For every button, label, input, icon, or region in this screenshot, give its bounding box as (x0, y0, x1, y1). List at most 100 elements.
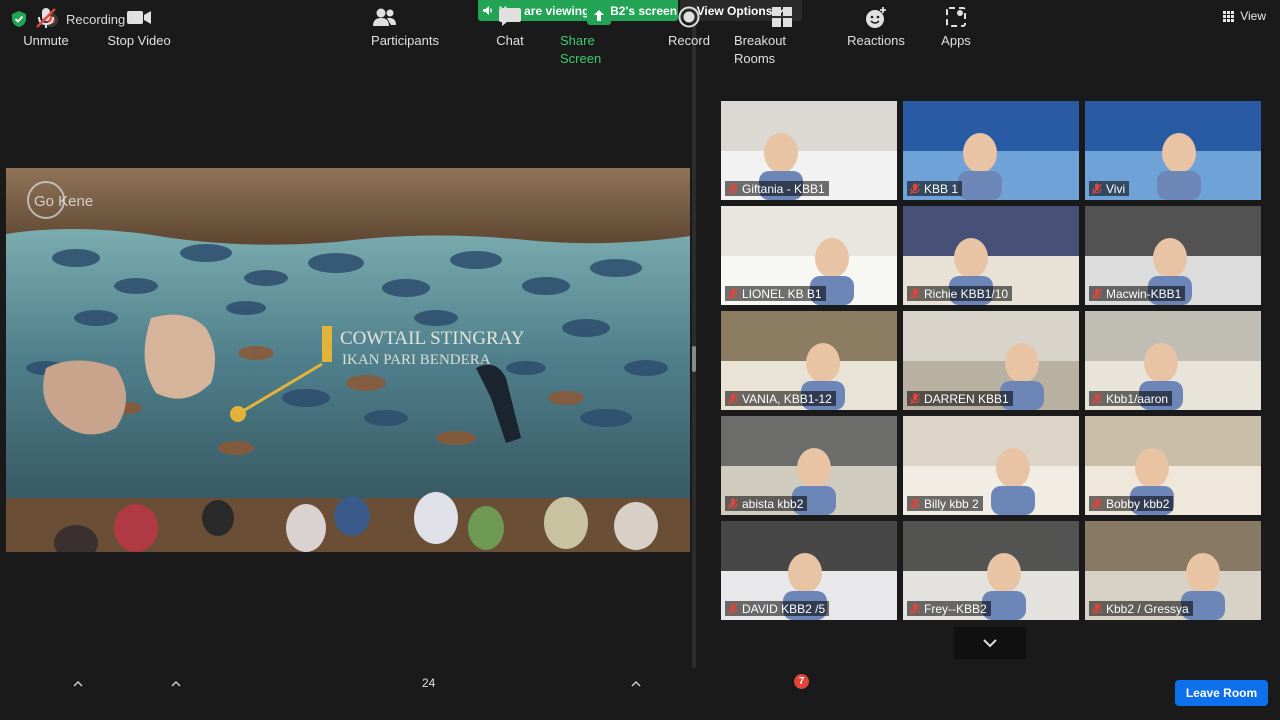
participant-name: DARREN KBB1 (924, 391, 1009, 406)
participant-name-tag: abista kbb2 (725, 496, 808, 511)
split-handle[interactable] (692, 346, 696, 372)
participant-tile[interactable]: Frey--KBB2 (903, 521, 1079, 620)
unmute-button[interactable]: Unmute (18, 4, 74, 50)
participant-name: Giftania - KBB1 (742, 181, 825, 196)
record-button[interactable]: Record (664, 4, 714, 50)
microphone-muted-icon (1092, 393, 1102, 404)
video-camera-icon (127, 11, 151, 24)
microphone-muted-icon (1092, 183, 1102, 194)
participant-name: VANIA, KBB1-12 (742, 391, 832, 406)
participant-name: Billy kbb 2 (924, 496, 979, 511)
participant-name: Kbb1/aaron (1106, 391, 1169, 406)
apps-label: Apps (941, 33, 971, 48)
share-options-caret-icon[interactable] (630, 679, 642, 689)
record-label: Record (668, 33, 710, 48)
caption-subtitle: IKAN PARI BENDERA (342, 352, 491, 368)
participant-name-tag: LIONEL KB B1 (725, 286, 826, 301)
chat-label: Chat (496, 33, 524, 48)
microphone-muted-icon (910, 498, 920, 509)
participant-name-tag: KBB 1 (907, 181, 963, 196)
breakout-rooms-label: Breakout Rooms (734, 33, 787, 66)
breakout-rooms-button[interactable]: Breakout Rooms (734, 4, 830, 66)
microphone-muted-icon (728, 603, 738, 614)
participant-tile[interactable]: Kbb2 / Gressya (1085, 521, 1261, 620)
microphone-muted-icon (728, 498, 738, 509)
participant-tile[interactable]: Bobby kbb2 (1085, 416, 1261, 515)
participant-name: DAVID KBB2 /5 (742, 601, 826, 616)
participant-name-tag: Billy kbb 2 (907, 496, 983, 511)
grid-view-icon (1223, 10, 1235, 22)
gallery-scroll-down-button[interactable] (954, 627, 1026, 659)
participant-name-tag: Kbb2 / Gressya (1089, 601, 1193, 616)
smiley-icon (866, 7, 886, 28)
participant-name-tag: DARREN KBB1 (907, 391, 1013, 406)
participant-name: KBB 1 (924, 181, 959, 196)
share-screen-label: Share Screen (560, 33, 602, 66)
microphone-muted-icon (1092, 498, 1102, 509)
breakout-rooms-icon (772, 7, 792, 27)
participant-tile[interactable]: Billy kbb 2 (903, 416, 1079, 515)
participant-tile[interactable]: Richie KBB1/10 (903, 206, 1079, 305)
audio-options-caret-icon[interactable] (72, 679, 84, 689)
shared-screen: COWTAIL STINGRAY IKAN PARI BENDERA Go Ke… (6, 168, 690, 552)
share-screen-button[interactable]: Share Screen (560, 4, 638, 66)
microphone-muted-icon (910, 288, 920, 299)
participant-name-tag: Macwin-KBB1 (1089, 286, 1186, 301)
split-divider[interactable] (692, 22, 696, 668)
breakout-rooms-badge: 7 (794, 674, 809, 689)
view-button[interactable]: View (1223, 9, 1266, 23)
microphone-muted-icon (910, 603, 920, 614)
participant-tile[interactable]: DARREN KBB1 (903, 311, 1079, 410)
microphone-muted-icon (1092, 603, 1102, 614)
microphone-muted-icon (1092, 288, 1102, 299)
microphone-muted-icon (728, 183, 738, 194)
participant-name-tag: Vivi (1089, 181, 1130, 196)
participants-button[interactable]: Participants (370, 4, 440, 50)
participant-tile[interactable]: Kbb1/aaron (1085, 311, 1261, 410)
participant-tile[interactable]: Macwin-KBB1 (1085, 206, 1261, 305)
watermark: Go Kene (34, 193, 93, 210)
participant-tile[interactable]: Giftania - KBB1 (721, 101, 897, 200)
participant-tile[interactable]: DAVID KBB2 /5 (721, 521, 897, 620)
participant-name: LIONEL KB B1 (742, 286, 822, 301)
participant-name: Frey--KBB2 (924, 601, 987, 616)
stop-video-button[interactable]: Stop Video (104, 4, 174, 50)
participant-name: Richie KBB1/10 (924, 286, 1009, 301)
caption-title: COWTAIL STINGRAY (340, 328, 525, 349)
participant-tile[interactable]: LIONEL KB B1 (721, 206, 897, 305)
stop-video-label: Stop Video (107, 33, 171, 48)
participant-name: Bobby kbb2 (1106, 496, 1170, 511)
apps-button[interactable]: Apps (936, 4, 976, 50)
participant-name-tag: Kbb1/aaron (1089, 391, 1173, 406)
participants-label: Participants (371, 33, 439, 48)
reactions-label: Reactions (847, 33, 905, 48)
microphone-muted-icon (910, 183, 920, 194)
participant-tile[interactable]: Vivi (1085, 101, 1261, 200)
participants-icon (373, 8, 396, 26)
participant-name: Kbb2 / Gressya (1106, 601, 1189, 616)
participant-name-tag: Richie KBB1/10 (907, 286, 1013, 301)
participant-tile[interactable]: KBB 1 (903, 101, 1079, 200)
participant-name-tag: Bobby kbb2 (1089, 496, 1174, 511)
microphone-muted-icon (728, 393, 738, 404)
reactions-button[interactable]: Reactions (846, 4, 906, 50)
leave-room-button[interactable]: Leave Room (1175, 680, 1268, 706)
apps-icon (946, 7, 966, 27)
view-label: View (1240, 9, 1266, 23)
participant-name-tag: VANIA, KBB1-12 (725, 391, 836, 406)
unmute-label: Unmute (23, 33, 69, 48)
participant-name-tag: Giftania - KBB1 (725, 181, 829, 196)
video-options-caret-icon[interactable] (170, 679, 182, 689)
participant-count: 24 (422, 676, 436, 690)
participant-name: Vivi (1106, 181, 1126, 196)
participant-name: Macwin-KBB1 (1106, 286, 1182, 301)
participant-tile[interactable]: abista kbb2 (721, 416, 897, 515)
chat-button[interactable]: Chat (490, 4, 530, 50)
participant-name: abista kbb2 (742, 496, 804, 511)
record-icon (678, 6, 700, 28)
chevron-down-icon (983, 639, 997, 648)
participant-tile[interactable]: VANIA, KBB1-12 (721, 311, 897, 410)
meeting-toolbar (0, 668, 1280, 720)
microphone-muted-icon (728, 288, 738, 299)
microphone-muted-icon (36, 8, 56, 28)
